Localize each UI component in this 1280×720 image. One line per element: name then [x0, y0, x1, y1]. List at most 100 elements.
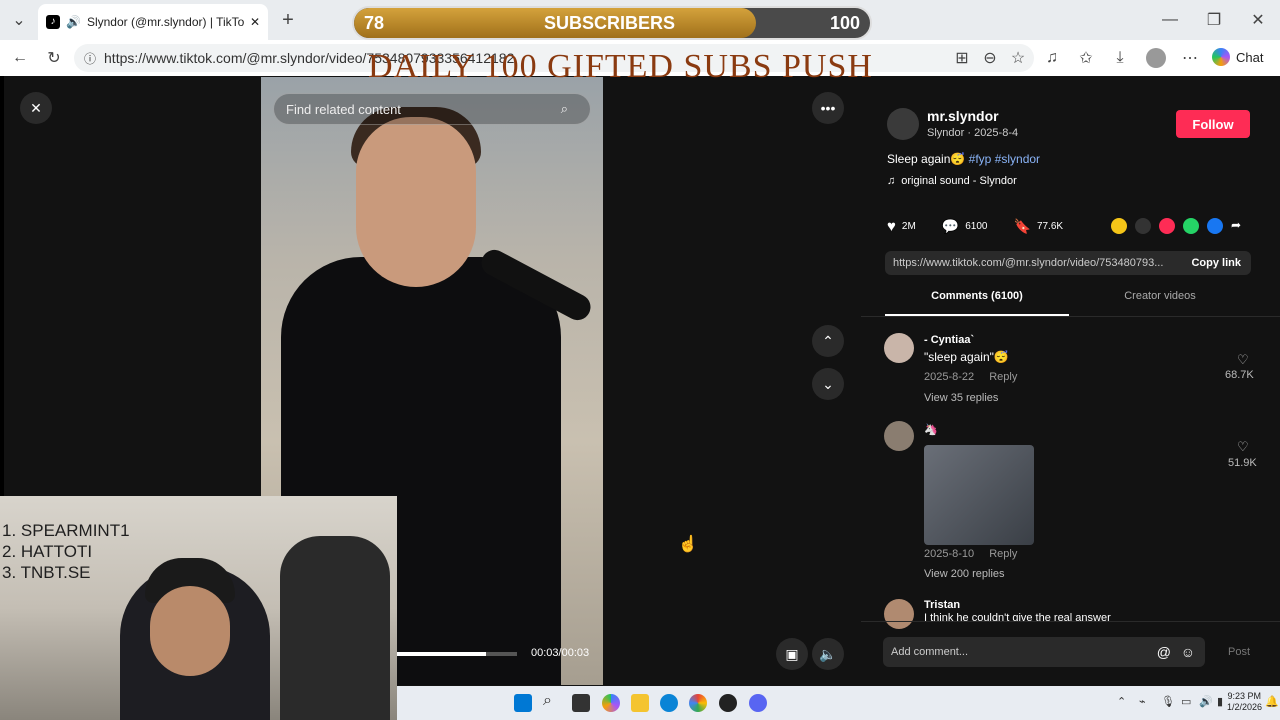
next-video-icon[interactable]: ⌄: [812, 368, 844, 400]
speaker-tray-icon[interactable]: 🔊: [1199, 695, 1213, 708]
copy-link-button[interactable]: Copy link: [1191, 257, 1241, 269]
close-window-icon[interactable]: ✕: [1244, 6, 1272, 34]
microphone-icon[interactable]: 🎙: [1161, 695, 1175, 708]
commenter-avatar[interactable]: [884, 599, 914, 629]
comment-user[interactable]: 🦄: [924, 423, 938, 436]
tab-comments[interactable]: Comments (6100): [885, 290, 1069, 316]
share-arrow-icon[interactable]: ➦: [1231, 218, 1241, 234]
mention-icon[interactable]: @: [1157, 644, 1171, 660]
leaderboard-entry: 2. HATTOTI: [2, 542, 93, 561]
video-subject-head: [356, 117, 476, 287]
close-video-icon[interactable]: ✕: [20, 92, 52, 124]
search-icon[interactable]: ⌕: [561, 101, 568, 117]
creator-username[interactable]: mr.slyndor: [927, 108, 999, 124]
discord-icon[interactable]: [749, 694, 767, 712]
subscriber-current: 78: [364, 13, 385, 33]
reply-button[interactable]: Reply: [989, 371, 1017, 383]
comment-like-icon[interactable]: ♡: [1237, 439, 1249, 455]
details-panel: mr.slyndor Slyndor · 2025-8-4 Follow Sle…: [861, 76, 1280, 686]
refresh-icon[interactable]: ↻: [40, 44, 68, 72]
file-explorer-icon[interactable]: [631, 694, 649, 712]
clock-date: 1/2/2026: [1227, 702, 1263, 712]
battery-icon[interactable]: ▮: [1217, 695, 1223, 708]
favorites-icon[interactable]: ✩: [1072, 44, 1100, 72]
obs-icon[interactable]: [719, 694, 737, 712]
view-replies-button[interactable]: View 35 replies: [924, 392, 998, 404]
commenter-avatar[interactable]: [884, 333, 914, 363]
browser-tab[interactable]: ♪ 🔊 Slyndor (@mr.slyndor) | TikTok ✕: [38, 4, 268, 40]
speaker-icon[interactable]: 🔊: [66, 15, 81, 29]
start-icon[interactable]: [514, 694, 532, 712]
comment-like-icon[interactable]: ♡: [1237, 352, 1249, 368]
zoom-icon[interactable]: ⊖: [976, 44, 1004, 72]
profile-avatar[interactable]: [1142, 44, 1170, 72]
commenter-avatar[interactable]: [884, 421, 914, 451]
follow-button[interactable]: Follow: [1176, 110, 1250, 138]
site-info-icon[interactable]: ⓘ: [84, 50, 96, 67]
edge-icon[interactable]: [660, 694, 678, 712]
streamer-face: [150, 586, 230, 676]
sound-row[interactable]: ♫ original sound - Slyndor: [887, 175, 1017, 187]
maximize-icon[interactable]: ❐: [1200, 6, 1228, 34]
mouse-cursor-icon: ☝: [678, 536, 698, 553]
like-button[interactable]: ♥ 2M: [887, 218, 916, 235]
comment-image[interactable]: [924, 445, 1034, 545]
view-replies-button[interactable]: View 200 replies: [924, 568, 1005, 580]
more-options-icon[interactable]: •••: [812, 92, 844, 124]
search-icon[interactable]: ⌕: [543, 692, 552, 710]
tab-menu-chevron-icon[interactable]: ⌄: [5, 6, 33, 34]
send-icon[interactable]: [1159, 218, 1175, 234]
more-menu-icon[interactable]: ⋯: [1176, 44, 1204, 72]
clock[interactable]: 9:23 PM 1/2/2026: [1227, 691, 1263, 713]
facebook-icon[interactable]: [1207, 218, 1223, 234]
subscriber-goal: 100: [829, 13, 860, 33]
copilot-taskbar-icon[interactable]: [602, 694, 620, 712]
whatsapp-icon[interactable]: [1183, 218, 1199, 234]
picture-in-picture-icon[interactable]: ▣: [776, 638, 808, 670]
comment-icon: 💬: [941, 218, 960, 234]
media-control-icon[interactable]: ♫: [1038, 44, 1066, 72]
progress-bar[interactable]: [397, 652, 517, 656]
creator-avatar[interactable]: [887, 108, 919, 140]
gaming-chair: [280, 536, 390, 720]
new-tab-icon[interactable]: +: [274, 6, 302, 34]
copilot-button[interactable]: Chat: [1212, 48, 1263, 66]
find-related-search[interactable]: Find related content ⌕: [273, 93, 591, 125]
volume-icon[interactable]: 🔈: [812, 638, 844, 670]
friends-share-icon[interactable]: [1111, 218, 1127, 234]
emoji-icon[interactable]: ☺: [1181, 644, 1195, 660]
favorite-star-icon[interactable]: ☆: [1004, 44, 1032, 72]
tiktok-favicon-icon: ♪: [46, 15, 60, 29]
reply-button[interactable]: Reply: [989, 548, 1017, 560]
chrome-icon[interactable]: [689, 694, 707, 712]
comment-user[interactable]: Tristan: [924, 599, 960, 611]
previous-video-icon[interactable]: ⌃: [812, 325, 844, 357]
close-tab-icon[interactable]: ✕: [250, 15, 260, 29]
embed-icon[interactable]: [1135, 218, 1151, 234]
add-comment-input[interactable]: Add comment... @ ☺: [883, 637, 1205, 667]
creator-display-line: Slyndor · 2025-8-4: [927, 127, 1019, 139]
sound-name: original sound - Slyndor: [901, 175, 1017, 187]
comment-text: "sleep again"😴: [924, 350, 1009, 364]
network-icon[interactable]: ▭: [1181, 695, 1191, 708]
comment-count: 6100: [965, 221, 988, 232]
comment-user[interactable]: - Cyntiaa`: [924, 334, 974, 346]
tray-chevron-icon[interactable]: ⌃: [1117, 695, 1126, 708]
save-button[interactable]: 🔖 77.6K: [1014, 218, 1064, 235]
post-comment-button[interactable]: Post: [1228, 646, 1250, 658]
back-icon[interactable]: ←: [6, 44, 34, 72]
heart-icon: ♥: [887, 218, 896, 235]
link-box: https://www.tiktok.com/@mr.slyndor/video…: [885, 251, 1251, 275]
task-view-icon[interactable]: [572, 694, 590, 712]
hashtags[interactable]: #fyp #slyndor: [969, 152, 1040, 166]
downloads-icon[interactable]: ⤓: [1106, 44, 1134, 72]
tray-icon[interactable]: ⌁: [1139, 695, 1146, 708]
search-placeholder: Find related content: [286, 101, 401, 117]
comment-button[interactable]: 💬 6100: [942, 218, 988, 235]
notification-icon[interactable]: 🔔: [1265, 695, 1279, 708]
minimize-icon[interactable]: —: [1156, 6, 1184, 34]
webcam-overlay: 1. SPEARMINT1 2. HATTOTI 3. TNBT.SE: [0, 496, 397, 720]
copilot-label: Chat: [1236, 49, 1264, 65]
app-available-icon[interactable]: ⊞: [948, 44, 976, 72]
tab-creator-videos[interactable]: Creator videos: [1069, 290, 1251, 316]
